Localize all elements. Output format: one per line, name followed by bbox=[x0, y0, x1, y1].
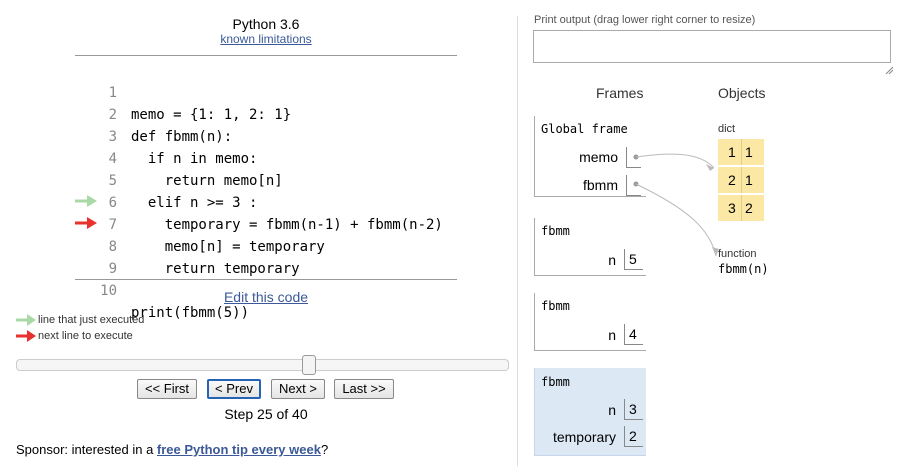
pointer-arrows bbox=[633, 153, 719, 257]
memo-pointer-arrow bbox=[635, 153, 715, 169]
fbmm-arrowhead-icon bbox=[712, 247, 719, 256]
fbmm-pointer-arrow bbox=[635, 183, 717, 257]
memo-arrowhead-icon bbox=[706, 164, 714, 171]
